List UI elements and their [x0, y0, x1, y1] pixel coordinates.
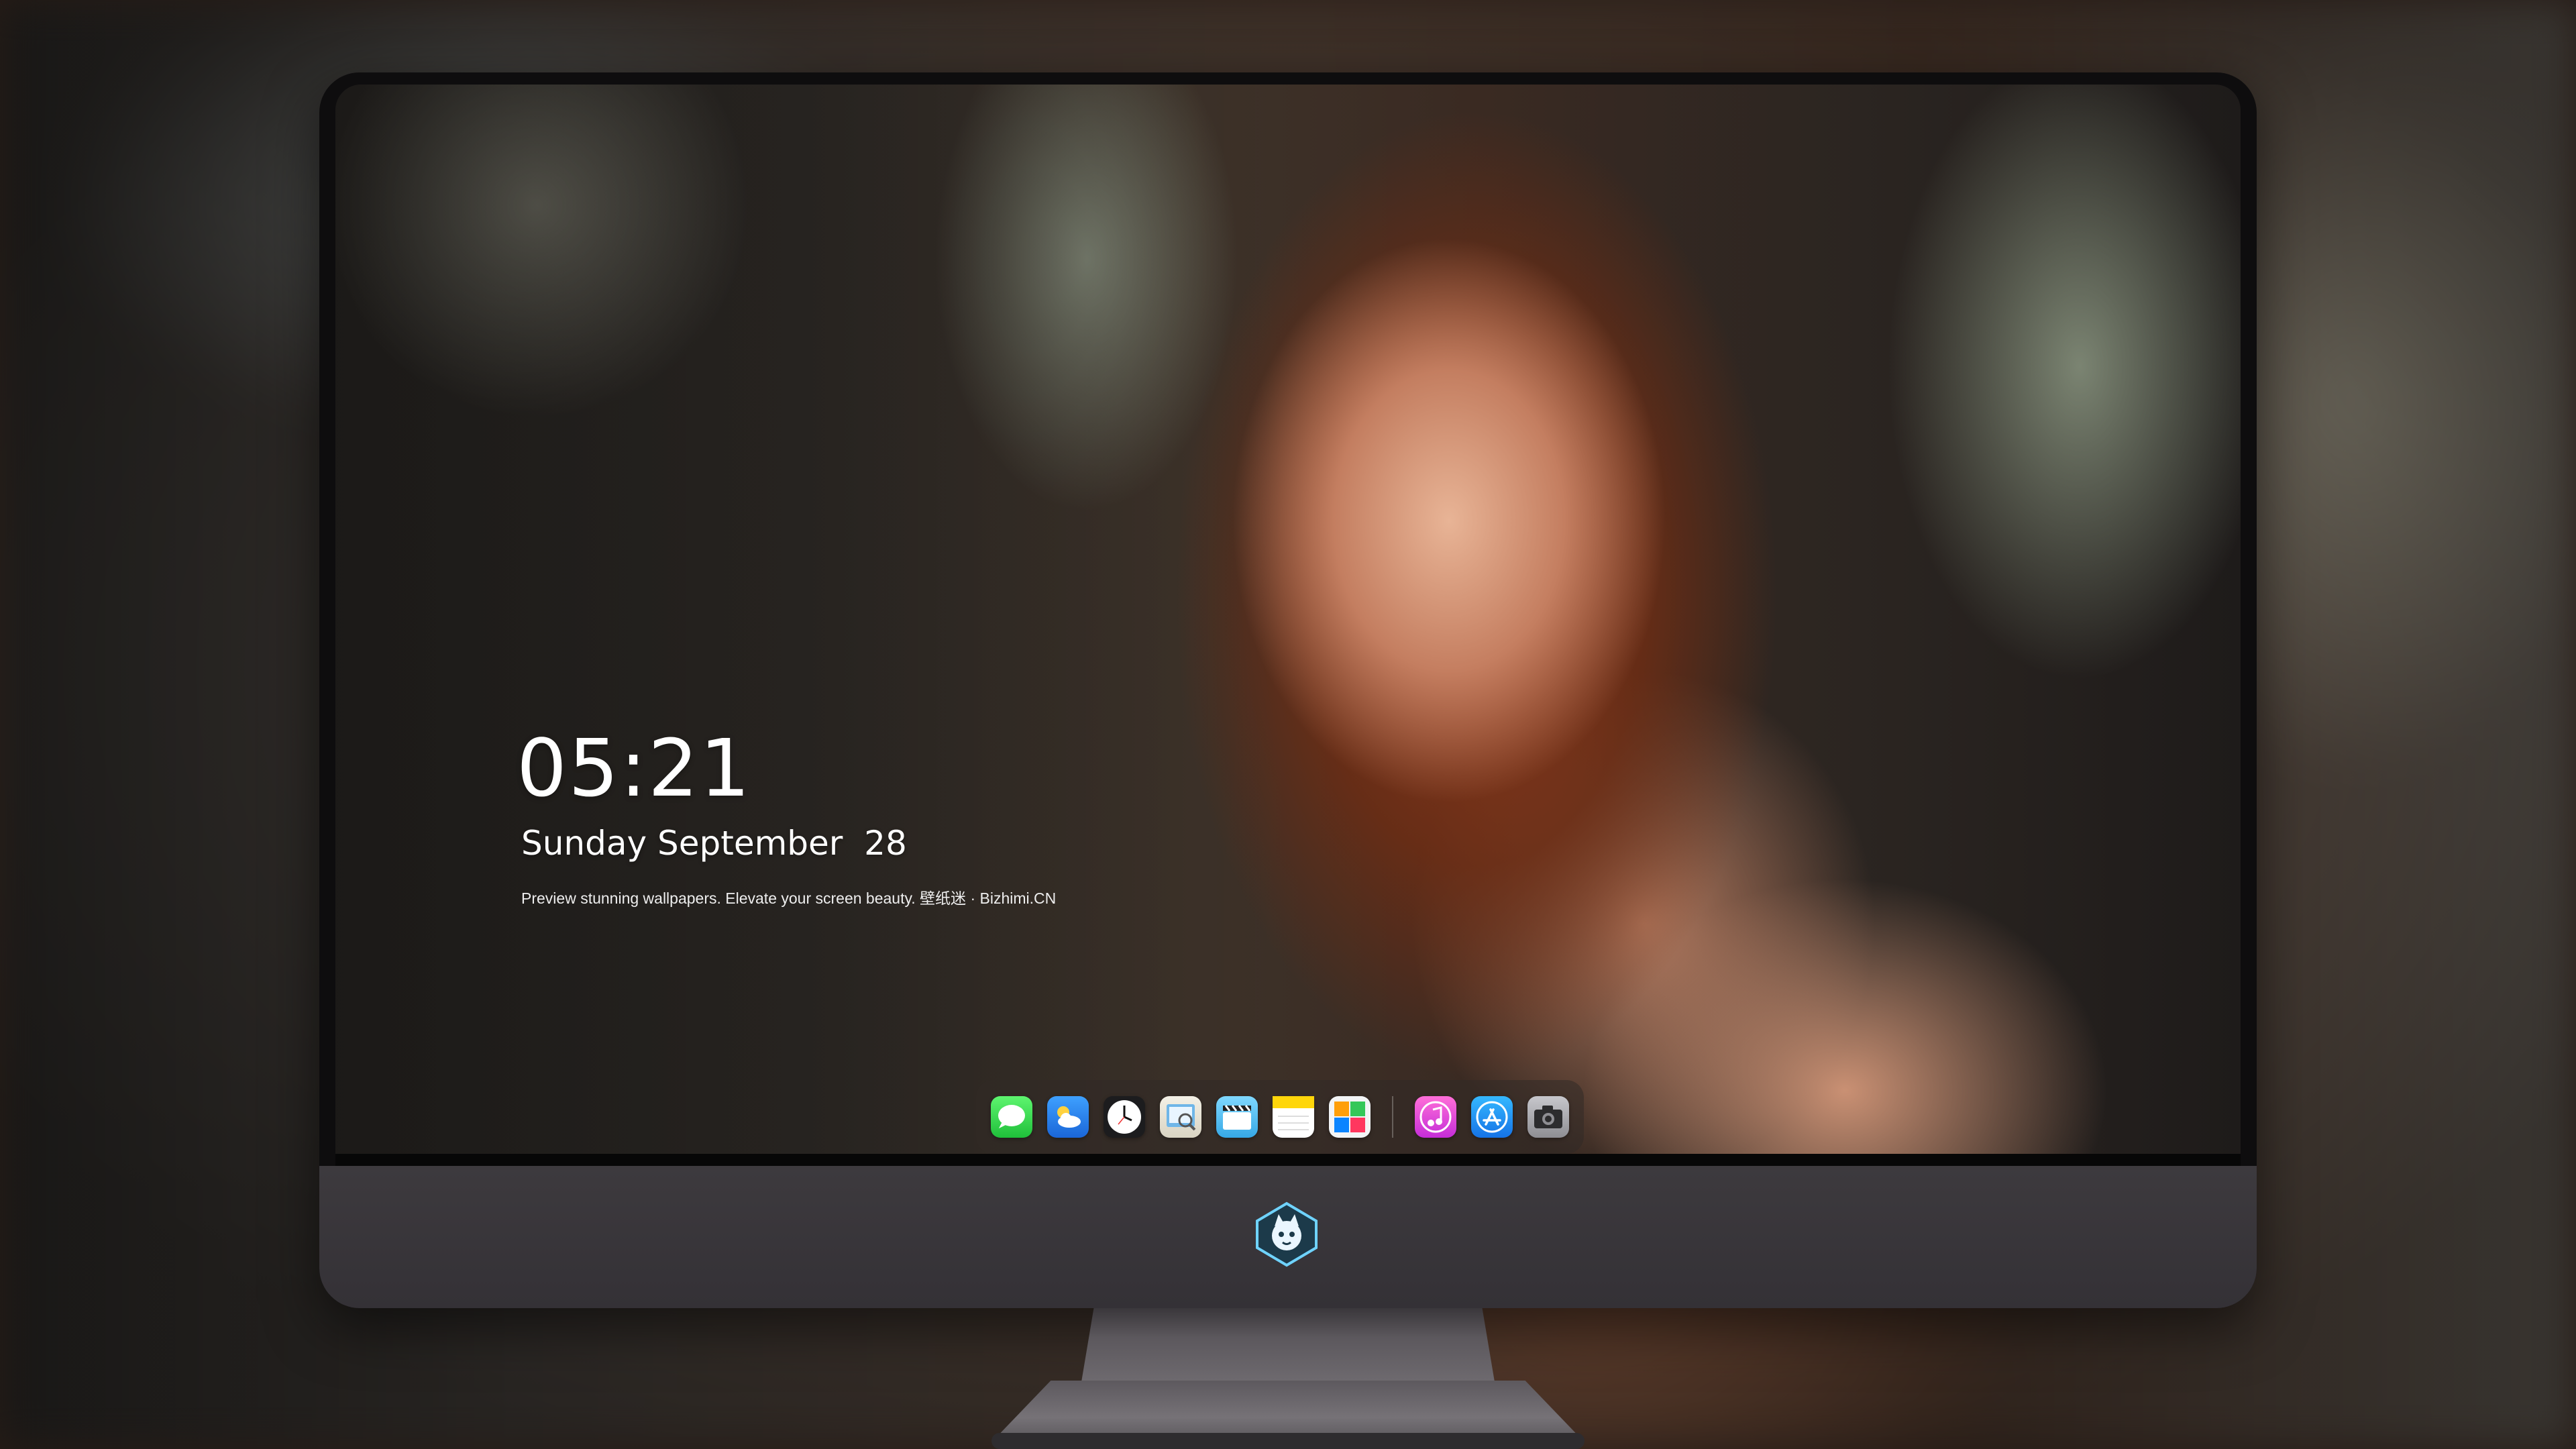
bizhimi-logo: [1253, 1201, 1320, 1268]
app-store-icon[interactable]: [1471, 1096, 1513, 1138]
lock-screen-date: Sunday September 28: [521, 824, 907, 863]
clock-icon[interactable]: [1104, 1096, 1145, 1138]
monitor-screen: 05:21 Sunday September 28 Preview stunni…: [335, 85, 2241, 1154]
monitor-stand-neck: [1081, 1308, 1495, 1382]
preview-icon[interactable]: [1160, 1096, 1201, 1138]
clips-icon[interactable]: [1216, 1096, 1258, 1138]
music-icon[interactable]: [1415, 1096, 1456, 1138]
dock-separator: [1392, 1096, 1393, 1138]
notes-icon[interactable]: [1273, 1096, 1314, 1138]
screen-bezel-bottom: [335, 1154, 2241, 1166]
weather-icon[interactable]: [1047, 1096, 1089, 1138]
messages-icon[interactable]: [991, 1096, 1032, 1138]
photo-booth-icon[interactable]: [1329, 1096, 1371, 1138]
lock-screen-time: 05:21: [517, 722, 752, 814]
camera-icon[interactable]: [1527, 1096, 1569, 1138]
wallpaper-tagline: Preview stunning wallpapers. Elevate you…: [521, 890, 1057, 907]
monitor-stand-foot: [991, 1433, 1585, 1449]
dock: [976, 1080, 1584, 1154]
